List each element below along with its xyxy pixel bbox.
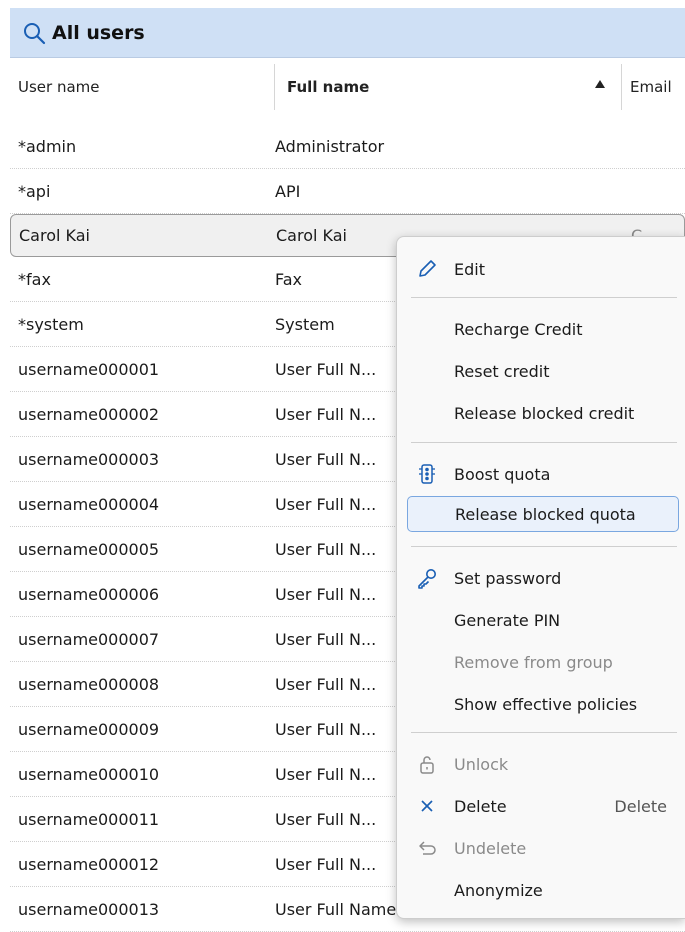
menu-item-recharge-credit[interactable]: Recharge Credit	[407, 313, 679, 345]
context-menu: Edit Recharge Credit Reset credit Releas…	[396, 236, 685, 919]
cell-full-name: Administrator	[275, 136, 385, 156]
menu-item-label: Show effective policies	[454, 694, 638, 714]
menu-separator	[411, 297, 677, 298]
cell-user-name: username000004	[18, 494, 160, 514]
cell-full-name: System	[275, 314, 335, 334]
menu-item-release-blocked-quota[interactable]: Release blocked quota	[407, 496, 679, 532]
column-header-full-name[interactable]: Full name	[275, 64, 622, 110]
menu-item-label: Set password	[454, 568, 562, 588]
menu-item-label: Anonymize	[454, 880, 543, 900]
column-label: User name	[18, 78, 100, 96]
unlock-icon	[415, 752, 439, 776]
menu-item-label: Edit	[454, 259, 485, 279]
cell-user-name: username000012	[18, 854, 160, 874]
cell-user-name: username000005	[18, 539, 160, 559]
cell-full-name: User Full N...	[275, 719, 377, 739]
cell-full-name: Carol Kai	[276, 226, 347, 245]
menu-item-boost-quota[interactable]: Boost quota	[407, 458, 679, 490]
menu-item-label: Release blocked credit	[454, 403, 635, 423]
cell-full-name: User Full N...	[275, 764, 377, 784]
menu-item-set-password[interactable]: Set password	[407, 562, 679, 594]
cell-full-name: Fax	[275, 269, 303, 289]
cell-user-name: username000008	[18, 674, 160, 694]
cell-user-name: username000011	[18, 809, 160, 829]
cell-user-name: username000002	[18, 404, 160, 424]
menu-separator	[411, 442, 677, 443]
column-header-email[interactable]: Email	[622, 64, 672, 110]
page-title: All users	[52, 21, 145, 44]
menu-item-generate-pin[interactable]: Generate PIN	[407, 604, 679, 636]
cell-full-name: User Full N...	[275, 809, 377, 829]
cell-user-name: username000007	[18, 629, 160, 649]
keyboard-shortcut: Delete	[614, 796, 667, 816]
menu-item-edit[interactable]: Edit	[407, 253, 679, 285]
close-icon	[415, 794, 439, 818]
cell-full-name: User Full N...	[275, 494, 377, 514]
undo-icon	[415, 836, 439, 860]
menu-item-remove-from-group[interactable]: Remove from group	[407, 646, 679, 678]
menu-item-undelete[interactable]: Undelete	[407, 832, 679, 864]
cell-user-name: *admin	[18, 136, 77, 156]
cell-user-name: *system	[18, 314, 84, 334]
cell-user-name: username000006	[18, 584, 160, 604]
menu-item-label: Reset credit	[454, 361, 550, 381]
menu-item-label: Boost quota	[454, 464, 551, 484]
menu-item-unlock[interactable]: Unlock	[407, 748, 679, 780]
list-title-bar: All users	[10, 8, 685, 58]
key-icon	[415, 566, 439, 590]
menu-item-delete[interactable]: Delete Delete	[407, 790, 679, 822]
cell-full-name: User Full N...	[275, 404, 377, 424]
column-label: Email	[630, 78, 672, 96]
pencil-icon	[415, 257, 439, 281]
column-label: Full name	[287, 78, 370, 96]
cell-full-name: User Full Name	[275, 899, 397, 919]
menu-item-show-effective-policies[interactable]: Show effective policies	[407, 688, 679, 720]
menu-item-label: Generate PIN	[454, 610, 561, 630]
cell-user-name: username000001	[18, 359, 160, 379]
cell-user-name: *fax	[18, 269, 51, 289]
menu-item-label: Release blocked quota	[455, 504, 636, 524]
menu-item-label: Delete	[454, 796, 507, 816]
cell-full-name: API	[275, 181, 301, 201]
table-row[interactable]: *admin Administrator	[10, 124, 685, 169]
cell-user-name: username000003	[18, 449, 160, 469]
menu-item-reset-credit[interactable]: Reset credit	[407, 355, 679, 387]
menu-item-release-blocked-credit[interactable]: Release blocked credit	[407, 397, 679, 429]
cell-full-name: User Full N...	[275, 449, 377, 469]
sort-ascending-icon	[595, 80, 605, 88]
cell-full-name: User Full N...	[275, 359, 377, 379]
table-header: User name Full name Email	[10, 64, 685, 110]
traffic-light-icon	[415, 462, 439, 486]
menu-item-label: Unlock	[454, 754, 509, 774]
menu-item-label: Undelete	[454, 838, 527, 858]
menu-separator	[411, 732, 677, 733]
cell-full-name: User Full N...	[275, 584, 377, 604]
table-row[interactable]: *api API	[10, 169, 685, 214]
cell-user-name: username000013	[18, 899, 160, 919]
menu-item-anonymize[interactable]: Anonymize	[407, 874, 679, 906]
search-icon[interactable]	[22, 21, 46, 45]
cell-full-name: User Full N...	[275, 854, 377, 874]
cell-full-name: User Full N...	[275, 539, 377, 559]
menu-item-label: Remove from group	[454, 652, 613, 672]
menu-separator	[411, 546, 677, 547]
cell-full-name: User Full N...	[275, 674, 377, 694]
cell-user-name: *api	[18, 181, 51, 201]
cell-user-name: username000010	[18, 764, 160, 784]
cell-user-name: Carol Kai	[19, 226, 90, 245]
column-header-user-name[interactable]: User name	[10, 64, 275, 110]
cell-user-name: username000009	[18, 719, 160, 739]
menu-item-label: Recharge Credit	[454, 319, 583, 339]
cell-full-name: User Full N...	[275, 629, 377, 649]
